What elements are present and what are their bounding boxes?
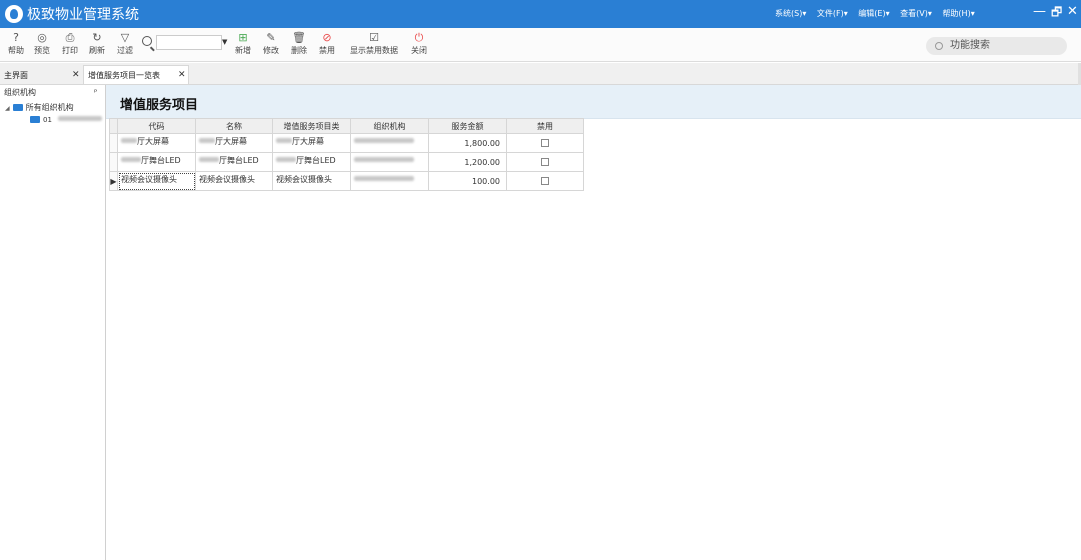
column-header[interactable]: 服务金额	[428, 118, 507, 134]
menu-edit[interactable]: 编辑(E)▾	[858, 9, 889, 18]
tree-node-root[interactable]: ◢ 所有组织机构	[5, 102, 74, 113]
filter-button[interactable]: ▽ 过滤	[111, 30, 139, 60]
search-icon	[935, 42, 943, 50]
table-row[interactable]: ▶ 视频会议摄像头 视频会议摄像头 视频会议摄像头 100.00	[109, 171, 584, 191]
printer-icon: ⎙	[65, 31, 75, 44]
menu-system[interactable]: 系统(S)▾	[775, 9, 806, 18]
grid-header: 代码 名称 增值服务项目类 组织机构 服务金额 禁用	[109, 118, 584, 134]
menu-help[interactable]: 帮助(H)▾	[942, 9, 974, 18]
cell-org[interactable]	[350, 152, 429, 172]
power-icon: ⏻	[414, 31, 424, 44]
folder-icon	[30, 116, 40, 123]
column-header[interactable]: 代码	[117, 118, 196, 134]
add-button[interactable]: ⊞ 新增	[229, 30, 257, 60]
current-row-indicator-icon: ▶	[109, 171, 118, 191]
app-title: 极致物业管理系统	[27, 7, 139, 23]
expand-icon[interactable]: ◢	[5, 105, 10, 112]
restore-icon[interactable]: 🗗	[1051, 5, 1062, 19]
minimize-icon[interactable]: —	[1033, 5, 1046, 19]
show-disabled-icon: ☑	[369, 31, 379, 44]
tab-value-added-services-list[interactable]: 增值服务项目一览表 ✕	[83, 65, 189, 84]
pin-icon[interactable]: ᴾ	[94, 85, 97, 101]
cell-disabled[interactable]	[506, 171, 584, 191]
help-button[interactable]: ? 帮助	[2, 30, 30, 60]
cell-code[interactable]: 厅大屏幕	[117, 133, 196, 153]
redacted-text	[354, 157, 414, 162]
column-header[interactable]: 禁用	[506, 118, 584, 134]
ban-icon: ⊘	[322, 31, 332, 44]
disabled-checkbox[interactable]	[541, 176, 549, 185]
cell-code[interactable]: 厅舞台LED	[117, 152, 196, 172]
main-content: 增值服务项目 代码 名称 增值服务项目类 组织机构 服务金额 禁用 厅大屏幕 厅…	[106, 85, 1081, 560]
help-icon: ?	[13, 31, 19, 44]
delete-button[interactable]: 🗑 删除	[285, 30, 313, 60]
data-grid: 代码 名称 增值服务项目类 组织机构 服务金额 禁用 厅大屏幕 厅大屏幕 厅大屏…	[109, 118, 584, 191]
tree-node-child[interactable]: 01	[30, 116, 103, 124]
page-header: 增值服务项目	[106, 85, 1081, 119]
eye-icon: ◎	[37, 31, 47, 44]
cell-category[interactable]: 厅大屏幕	[272, 133, 351, 153]
cell-disabled[interactable]	[506, 152, 584, 172]
redacted-text	[354, 176, 414, 181]
refresh-icon: ↻	[92, 31, 102, 44]
cell-name[interactable]: 厅大屏幕	[195, 133, 273, 153]
menu-view[interactable]: 查看(V)▾	[900, 9, 932, 18]
cell-org[interactable]	[350, 171, 429, 191]
close-tab-icon[interactable]: ✕	[178, 66, 186, 85]
function-search-input[interactable]: 功能搜索	[926, 37, 1067, 55]
close-tab-icon[interactable]: ✕	[72, 66, 80, 85]
refresh-button[interactable]: ↻ 刷新	[83, 30, 111, 60]
tab-home[interactable]: 主界面 ✕	[4, 66, 82, 85]
redacted-text	[354, 138, 414, 143]
cell-category[interactable]: 厅舞台LED	[272, 152, 351, 172]
folder-icon	[12, 104, 23, 111]
table-row[interactable]: 厅大屏幕 厅大屏幕 厅大屏幕 1,800.00	[109, 133, 584, 153]
show-disabled-button[interactable]: ☑ 显示禁用数据	[344, 30, 404, 60]
column-header[interactable]: 名称	[195, 118, 273, 134]
edit-button[interactable]: ✎ 修改	[257, 30, 285, 60]
redacted-text	[58, 116, 103, 121]
preview-button[interactable]: ◎ 预览	[28, 30, 56, 60]
pane-title: 组织机构 ᴾ	[0, 85, 105, 101]
print-button[interactable]: ⎙ 打印	[56, 30, 84, 60]
cell-code[interactable]: 视频会议摄像头	[117, 171, 196, 191]
app-logo-icon	[5, 5, 23, 23]
search-icon	[142, 36, 152, 46]
cell-org[interactable]	[350, 133, 429, 153]
title-bar: 极致物业管理系统 系统(S)▾ 文件(F)▾ 编辑(E)▾ 查看(V)▾ 帮助(…	[0, 0, 1081, 28]
cell-amount[interactable]: 1,200.00	[428, 152, 507, 172]
add-icon: ⊞	[238, 31, 248, 44]
trash-icon: 🗑	[292, 31, 306, 44]
close-button[interactable]: ⏻ 关闭	[405, 30, 433, 60]
disabled-checkbox[interactable]	[541, 157, 549, 166]
page-title: 增值服务项目	[120, 98, 199, 113]
edit-icon: ✎	[266, 31, 276, 44]
close-window-icon[interactable]: ✕	[1067, 5, 1078, 19]
column-header[interactable]: 增值服务项目类	[272, 118, 351, 134]
cell-amount[interactable]: 1,800.00	[428, 133, 507, 153]
cell-category[interactable]: 视频会议摄像头	[272, 171, 351, 191]
cell-name[interactable]: 视频会议摄像头	[195, 171, 273, 191]
org-tree-pane: 组织机构 ᴾ ◢ 所有组织机构 01	[0, 85, 106, 560]
disable-button[interactable]: ⊘ 禁用	[313, 30, 341, 60]
disabled-checkbox[interactable]	[541, 138, 549, 147]
column-header[interactable]: 组织机构	[350, 118, 429, 134]
menu-bar: 系统(S)▾ 文件(F)▾ 编辑(E)▾ 查看(V)▾ 帮助(H)▾	[775, 8, 983, 19]
menu-file[interactable]: 文件(F)▾	[817, 9, 848, 18]
table-row[interactable]: 厅舞台LED 厅舞台LED 厅舞台LED 1,200.00	[109, 152, 584, 172]
filter-input[interactable]	[156, 35, 222, 50]
cell-disabled[interactable]	[506, 133, 584, 153]
filter-icon: ▽	[120, 31, 130, 44]
cell-amount[interactable]: 100.00	[428, 171, 507, 191]
cell-name[interactable]: 厅舞台LED	[195, 152, 273, 172]
